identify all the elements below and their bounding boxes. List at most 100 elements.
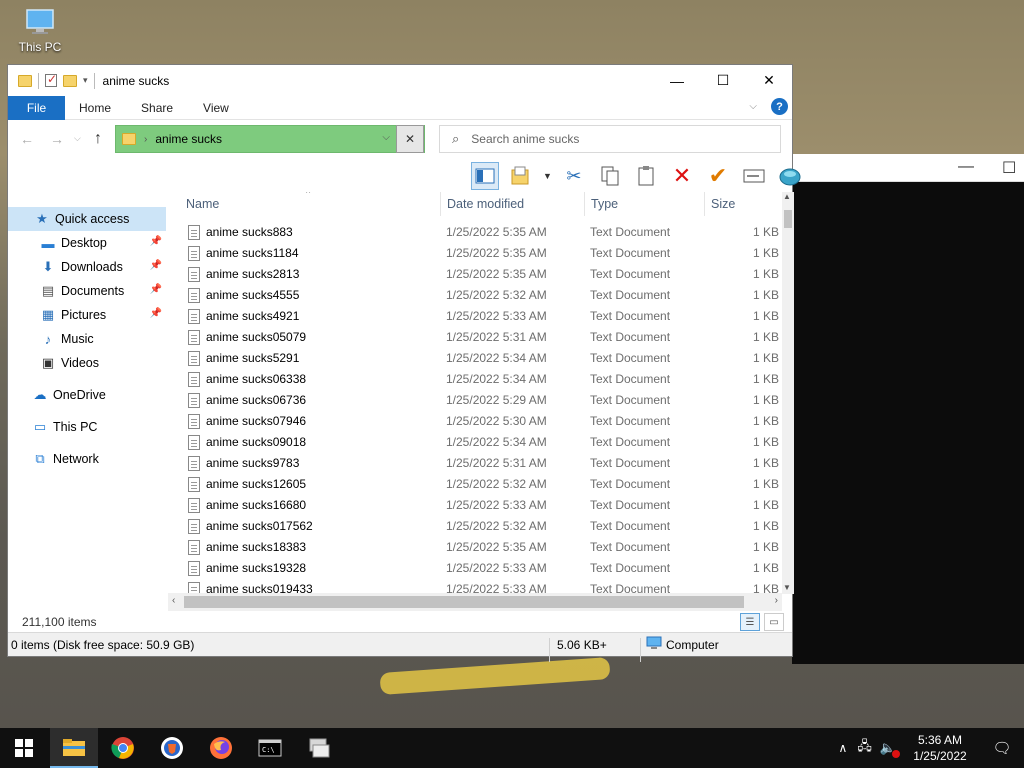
nav-this-pc[interactable]: ▭ This PC (8, 415, 166, 439)
taskbar-chrome[interactable] (99, 728, 147, 768)
maximize-icon[interactable]: ☐ (1002, 158, 1016, 178)
show-hidden-icons-icon[interactable]: ∧ (839, 741, 848, 755)
table-row[interactable]: anime sucks12605 1/25/2022 5:32 AM Text Do… (178, 474, 782, 495)
properties-icon[interactable] (507, 162, 535, 190)
nav-downloads[interactable]: ⬇ Downloads 📌 (8, 255, 166, 279)
taskbar-file-explorer[interactable] (50, 728, 98, 768)
column-date-modified[interactable]: Date modified (447, 197, 524, 211)
address-dropdown-icon[interactable]: ⌵ (382, 132, 390, 143)
table-row[interactable]: anime sucks16680 1/25/2022 5:33 AM Text Do… (178, 495, 782, 516)
minimize-icon[interactable]: — (958, 158, 974, 176)
tab-share[interactable]: Share (126, 101, 188, 115)
nav-music[interactable]: ♪ Music (8, 327, 166, 351)
taskbar-brave[interactable] (148, 728, 196, 768)
pin-icon[interactable]: 📌 (150, 260, 162, 271)
table-row[interactable]: anime sucks9783 1/25/2022 5:31 AM Text Doc… (178, 453, 782, 474)
table-row[interactable]: anime sucks07946 1/25/2022 5:30 AM Text Do… (178, 411, 782, 432)
paste-icon[interactable] (632, 162, 660, 190)
preview-pane-icon[interactable] (471, 162, 499, 190)
cut-icon[interactable]: ✂ (560, 162, 588, 190)
table-row[interactable]: anime sucks019433 1/25/2022 5:33 AM Text D… (178, 579, 782, 594)
scroll-down-icon[interactable]: ▼ (783, 583, 791, 592)
pin-icon[interactable]: 📌 (150, 308, 162, 319)
large-icons-view-icon[interactable]: ▭ (764, 613, 784, 631)
clock[interactable]: 5:36 AM 1/25/2022 (900, 732, 980, 764)
maximize-button[interactable]: ☐ (700, 65, 746, 96)
table-row[interactable]: anime sucks4555 1/25/2022 5:32 AM Text Doc… (178, 285, 782, 306)
column-name[interactable]: Name (186, 197, 219, 211)
tab-home[interactable]: Home (65, 101, 126, 115)
column-size[interactable]: Size (711, 197, 735, 211)
table-row[interactable]: anime sucks4921 1/25/2022 5:33 AM Text Doc… (178, 306, 782, 327)
search-input[interactable]: ⌕ Search anime sucks (439, 125, 781, 153)
properties-icon[interactable] (45, 72, 57, 87)
address-bar[interactable]: › anime sucks ⌵ ✕ (115, 125, 425, 153)
column-divider[interactable] (704, 192, 705, 216)
table-row[interactable]: anime sucks09018 1/25/2022 5:34 AM Text Do… (178, 432, 782, 453)
tab-view[interactable]: View (188, 101, 244, 115)
horizontal-scrollbar[interactable]: ‹ › (168, 593, 782, 611)
expand-ribbon-icon[interactable]: ⌵ (749, 101, 757, 112)
table-row[interactable]: anime sucks19328 1/25/2022 5:33 AM Text Do… (178, 558, 782, 579)
minimize-button[interactable]: — (654, 65, 700, 96)
recent-locations-icon[interactable]: ⌵ (74, 133, 81, 144)
table-row[interactable]: anime sucks06736 1/25/2022 5:29 AM Text Do… (178, 390, 782, 411)
scroll-up-icon[interactable]: ▲ (783, 192, 791, 201)
scroll-left-icon[interactable]: ‹ (172, 595, 175, 606)
up-arrow-icon[interactable]: ↑ (94, 130, 102, 148)
scroll-thumb[interactable] (784, 210, 792, 228)
nav-desktop[interactable]: ▬ Desktop 📌 (8, 231, 166, 255)
nav-quick-access[interactable]: ★ Quick access (8, 207, 166, 231)
close-icon[interactable]: ✕ (396, 125, 424, 153)
column-type[interactable]: Type (591, 197, 618, 211)
details-view-icon[interactable]: ☰ (740, 613, 760, 631)
back-arrow-icon[interactable]: ← (20, 131, 34, 147)
folder-icon[interactable] (18, 74, 32, 87)
table-row[interactable]: anime sucks5291 1/25/2022 5:34 AM Text Doc… (178, 348, 782, 369)
table-row[interactable]: anime sucks06338 1/25/2022 5:34 AM Text Do… (178, 369, 782, 390)
nav-documents[interactable]: ▤ Documents 📌 (8, 279, 166, 303)
table-row[interactable]: anime sucks017562 1/25/2022 5:32 AM Text D… (178, 516, 782, 537)
tab-file[interactable]: File (8, 95, 65, 120)
table-row[interactable]: anime sucks05079 1/25/2022 5:31 AM Text Do… (178, 327, 782, 348)
table-row[interactable]: anime sucks1184 1/25/2022 5:35 AM Text Doc… (178, 243, 782, 264)
delete-icon[interactable]: ✕ (668, 162, 696, 190)
nav-onedrive[interactable]: ☁ OneDrive (8, 383, 166, 407)
desktop-icon-this-pc[interactable]: This PC (14, 6, 66, 54)
file-explorer-window[interactable]: ▾ anime sucks — ☐ ✕ File Home Share View… (7, 64, 801, 662)
dropdown-arrow-icon[interactable]: ▼ (543, 171, 552, 181)
nav-videos[interactable]: ▣ Videos (8, 351, 166, 375)
rename-icon[interactable] (740, 162, 768, 190)
column-divider[interactable] (584, 192, 585, 216)
checkmark-icon[interactable]: ✔ (704, 162, 732, 190)
vertical-scrollbar[interactable]: ▲ ▼ (782, 192, 794, 594)
scroll-thumb[interactable] (184, 596, 744, 608)
background-window[interactable]: — ☐ (792, 154, 1024, 664)
table-row[interactable]: anime sucks883 1/25/2022 5:35 AM Text Docu… (178, 222, 782, 243)
globe-icon[interactable] (776, 162, 804, 190)
title-bar[interactable]: ▾ anime sucks — ☐ ✕ (8, 65, 792, 96)
nav-pictures[interactable]: ▦ Pictures 📌 (8, 303, 166, 327)
pin-icon[interactable]: 📌 (150, 284, 162, 295)
notifications-icon[interactable]: 🗨 (980, 739, 1024, 757)
taskbar-network-tool[interactable] (295, 728, 343, 768)
close-button[interactable]: ✕ (746, 65, 792, 96)
pin-icon[interactable]: 📌 (150, 236, 162, 247)
column-divider[interactable] (440, 192, 441, 216)
forward-arrow-icon[interactable]: → (50, 131, 64, 147)
network-status-icon[interactable]: 🖧 (857, 737, 872, 759)
table-row[interactable]: anime sucks18383 1/25/2022 5:35 AM Text Do… (178, 537, 782, 558)
copy-icon[interactable] (596, 162, 624, 190)
taskbar-terminal[interactable]: C:\ (246, 728, 294, 768)
help-icon[interactable]: ? (771, 98, 788, 115)
scroll-right-icon[interactable]: › (775, 595, 778, 606)
volume-muted-icon[interactable]: 🔈 (880, 740, 900, 758)
customize-toolbar-icon[interactable]: ▾ (83, 75, 88, 86)
nav-network[interactable]: ⧉ Network (8, 447, 166, 471)
new-folder-icon[interactable] (63, 74, 77, 87)
taskbar-firefox[interactable] (197, 728, 245, 768)
table-row[interactable]: anime sucks2813 1/25/2022 5:35 AM Text Doc… (178, 264, 782, 285)
background-window-titlebar[interactable]: — ☐ (792, 154, 1024, 182)
breadcrumb-path[interactable]: anime sucks (155, 132, 222, 146)
start-button[interactable] (0, 728, 48, 768)
